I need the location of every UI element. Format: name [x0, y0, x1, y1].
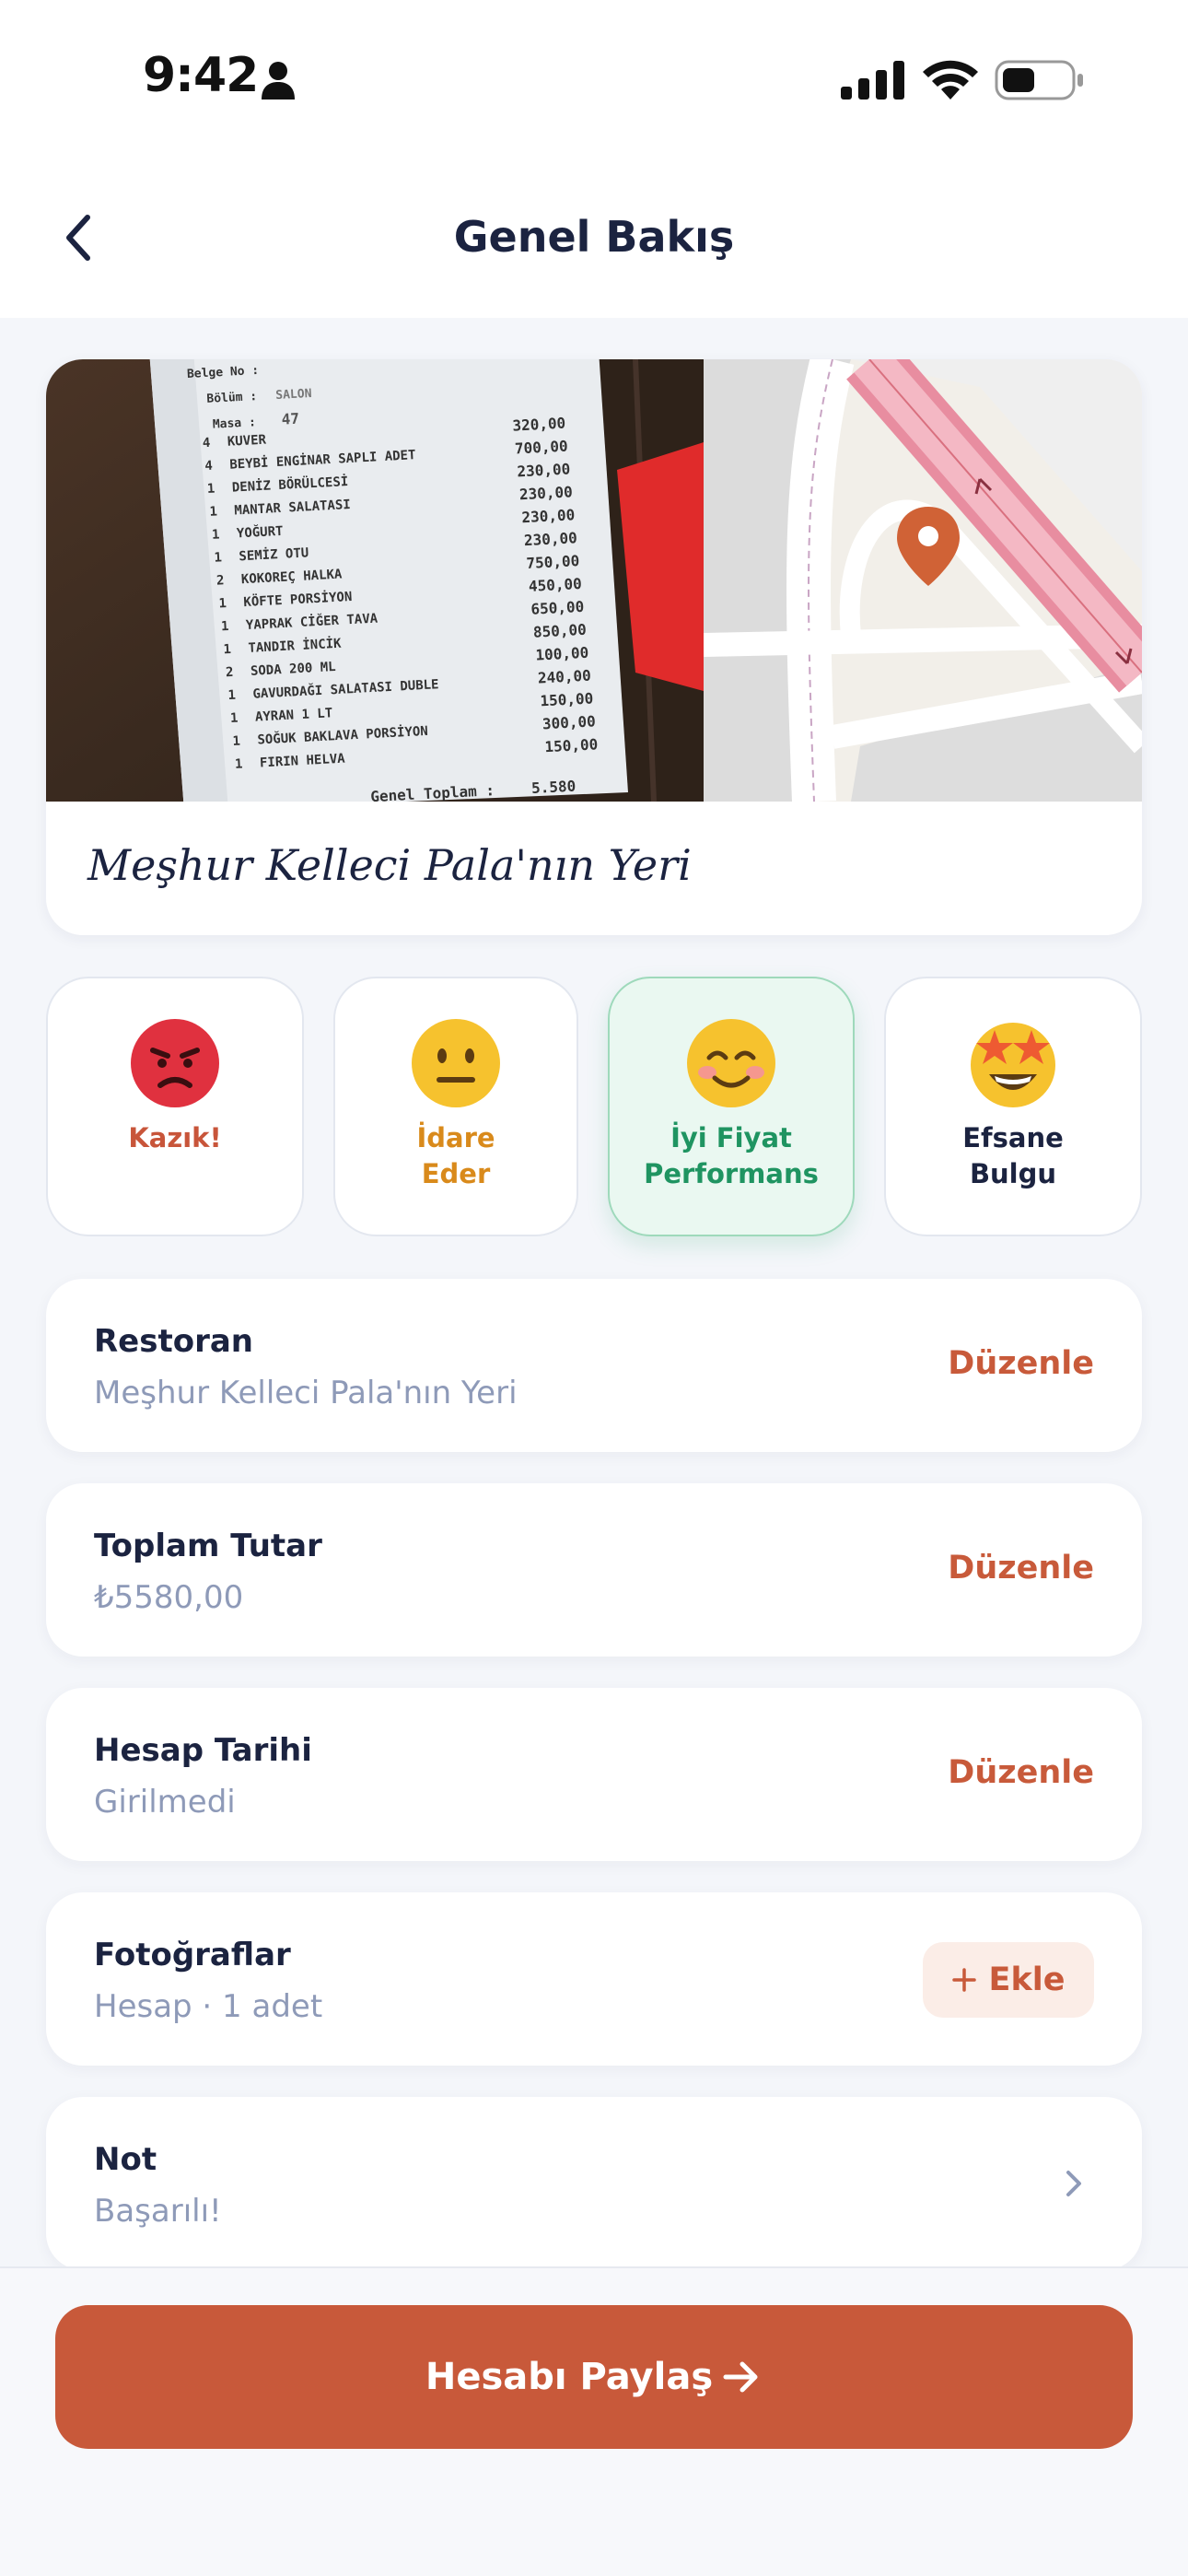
rating-efsane-bulgu[interactable]: Efsane Bulgu — [884, 977, 1142, 1236]
status-bar: 9:42 — [0, 0, 1188, 161]
receipt-photo-card[interactable]: Belge No : Bölüm : SALON Masa : 47 4 KUVE… — [46, 359, 1142, 935]
receipt-item-price: 750,00 — [526, 552, 580, 572]
rating-label-iyi-fiyat-performans: İyi Fiyat Performans — [644, 1122, 819, 1189]
rating-kazik[interactable]: Kazık! — [46, 977, 304, 1236]
receipt-item-price: 700,00 — [514, 437, 568, 457]
bill-date-value: Girilmedi — [94, 1784, 236, 1821]
neutral-face-icon — [412, 1019, 500, 1107]
rating-iyi-fiyat-performans[interactable]: İyi Fiyat Performans — [608, 977, 855, 1236]
rating-options: Kazık! İdare Eder İyi Fiyat Performans E… — [46, 977, 1142, 1239]
receipt-item-price: 150,00 — [544, 735, 599, 755]
plus-icon — [951, 1968, 976, 1992]
receipt-item-name: KUVER — [227, 433, 267, 450]
receipt-item-qty: 1 — [214, 550, 222, 565]
note-field[interactable]: Not Başarılı! — [46, 2097, 1142, 2270]
receipt-item-qty: 1 — [209, 504, 217, 519]
receipt-item-price: 100,00 — [535, 644, 589, 664]
note-value: Başarılı! — [94, 2193, 222, 2230]
total-amount-label: Toplam Tutar — [94, 1528, 322, 1564]
receipt-item-qty: 4 — [203, 436, 211, 451]
rating-label-idare-eder: İdare Eder — [416, 1122, 495, 1189]
cellular-signal-icon — [841, 61, 904, 100]
receipt-item-qty: 1 — [223, 642, 231, 657]
status-time: 9:42 — [143, 48, 259, 103]
receipt-item-price: 230,00 — [523, 529, 577, 549]
receipt-item-qty: 1 — [230, 711, 239, 726]
receipt-item-price: 320,00 — [512, 415, 566, 435]
bill-date-field: Hesap Tarihi Girilmedi Düzenle — [46, 1688, 1142, 1861]
receipt-item-price: 230,00 — [518, 483, 573, 503]
location-map[interactable] — [704, 359, 1142, 802]
add-photo-button[interactable]: Ekle — [923, 1942, 1094, 2018]
restaurant-name-title: Meşhur Kelleci Pala'nın Yeri — [87, 840, 692, 890]
receipt-item-qty: 1 — [207, 482, 215, 497]
restaurant-field-label: Restoran — [94, 1323, 254, 1360]
edit-total-button[interactable]: Düzenle — [948, 1550, 1094, 1587]
star-struck-face-icon — [971, 1023, 1055, 1107]
receipt-bolum-value: SALON — [275, 387, 312, 403]
receipt-masa-label: Masa : — [213, 416, 257, 431]
total-amount-value: ₺5580,00 — [94, 1579, 244, 1616]
battery-icon — [995, 60, 1083, 100]
receipt-bolum-label: Bölüm : — [206, 390, 258, 406]
receipt-item-qty: 2 — [216, 573, 225, 588]
add-photo-label: Ekle — [988, 1961, 1066, 1998]
photos-label: Fotoğraflar — [94, 1937, 291, 1973]
map-image — [704, 359, 1142, 802]
receipt-item-qty: 1 — [235, 756, 243, 771]
restaurant-field-value: Meşhur Kelleci Pala'nın Yeri — [94, 1375, 518, 1411]
edit-date-button[interactable]: Düzenle — [948, 1754, 1094, 1791]
receipt-item-price: 150,00 — [540, 689, 594, 709]
receipt-item-qty: 4 — [204, 459, 213, 474]
bottom-action-bar: Hesabı Paylaş — [0, 2266, 1188, 2576]
receipt-item-price: 650,00 — [530, 598, 585, 618]
rating-idare-eder[interactable]: İdare Eder — [333, 977, 578, 1236]
rating-label-kazik: Kazık! — [128, 1122, 222, 1153]
share-bill-label: Hesabı Paylaş — [425, 2356, 714, 2398]
receipt-photo[interactable]: Belge No : Bölüm : SALON Masa : 47 4 KUVE… — [46, 359, 704, 802]
receipt-item-qty: 1 — [212, 527, 220, 542]
total-amount-field: Toplam Tutar ₺5580,00 Düzenle — [46, 1483, 1142, 1657]
wifi-icon — [923, 60, 978, 100]
receipt-image: Belge No : Bölüm : SALON Masa : 47 4 KUVE… — [46, 359, 704, 802]
receipt-item-qty: 1 — [227, 688, 236, 703]
rating-label-efsane-bulgu: Efsane Bulgu — [962, 1122, 1064, 1189]
note-label: Not — [94, 2141, 157, 2178]
smiling-face-icon — [687, 1019, 775, 1107]
receipt-item-qty: 1 — [221, 619, 229, 634]
bill-date-label: Hesap Tarihi — [94, 1732, 312, 1769]
angry-face-icon — [131, 1019, 219, 1107]
receipt-item-price: 850,00 — [532, 621, 587, 641]
receipt-item-price: 300,00 — [542, 712, 597, 732]
photos-field: Fotoğraflar Hesap · 1 adet Ekle — [46, 1892, 1142, 2066]
chevron-right-icon — [1066, 2171, 1081, 2196]
receipt-masa-value: 47 — [281, 410, 299, 428]
photos-count: Hesap · 1 adet — [94, 1988, 323, 2025]
restaurant-field: Restoran Meşhur Kelleci Pala'nın Yeri Dü… — [46, 1279, 1142, 1452]
edit-restaurant-button[interactable]: Düzenle — [948, 1345, 1094, 1382]
receipt-item-qty: 1 — [232, 734, 240, 749]
receipt-item-price: 450,00 — [528, 575, 582, 595]
receipt-item-price: 240,00 — [538, 667, 592, 687]
arrow-right-icon — [723, 2361, 758, 2393]
receipt-item-qty: 2 — [226, 665, 234, 680]
receipt-item-price: 230,00 — [521, 506, 576, 526]
person-icon — [262, 62, 295, 100]
receipt-total-value: 5.580 — [531, 778, 577, 797]
receipt-item-price: 230,00 — [517, 460, 571, 480]
share-bill-button[interactable]: Hesabı Paylaş — [55, 2305, 1133, 2449]
page-title: Genel Bakış — [453, 212, 735, 262]
navigation-bar: Genel Bakış — [0, 161, 1188, 318]
receipt-item-qty: 1 — [218, 596, 227, 611]
